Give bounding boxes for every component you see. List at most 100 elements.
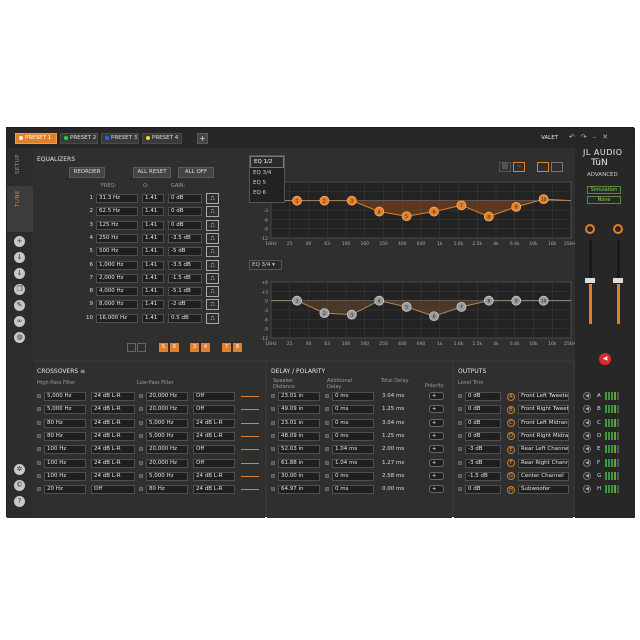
split-view-icon[interactable] [537, 162, 549, 172]
add-delay-checkbox[interactable] [325, 433, 329, 438]
lp-enable-checkbox[interactable] [139, 407, 143, 412]
filter-type-icon[interactable]: ⎍ [206, 193, 219, 204]
eq-gain-input[interactable]: -5.1 dB [168, 287, 202, 297]
copy-icon[interactable]: ❐ [14, 284, 25, 295]
level-trim-input[interactable]: -3 dB [465, 458, 501, 468]
eq-freq-input[interactable]: 62.5 Hz [96, 207, 138, 217]
lp-enable-checkbox[interactable] [139, 473, 143, 478]
eq-gain-input[interactable]: -3.5 dB [168, 233, 202, 243]
bars-view-icon[interactable]: ||| [499, 162, 511, 172]
add-delay-checkbox[interactable] [325, 420, 329, 425]
level-trim-input[interactable]: 0 dB [465, 405, 501, 415]
speaker-distance-input[interactable]: 64.97 in [278, 485, 320, 495]
delay-enable-checkbox[interactable] [271, 447, 275, 452]
eq-freq-input[interactable]: 1,000 Hz [96, 260, 138, 270]
eq-q-input[interactable]: 1.41 [142, 273, 164, 283]
lp-slope-select[interactable]: Off [193, 405, 235, 415]
lp-enable-checkbox[interactable] [139, 447, 143, 452]
hp-freq-input[interactable]: 5,000 Hz [44, 392, 86, 401]
output-channel-name[interactable]: Front Left Tweeter [518, 392, 569, 401]
hp-slope-select[interactable]: 24 dB L-R [91, 471, 135, 481]
eq-q-input[interactable]: 1.41 [142, 247, 164, 257]
polarity-toggle[interactable]: + [429, 392, 444, 400]
fader-handle-right[interactable] [613, 278, 623, 283]
trim-enable-checkbox[interactable] [458, 447, 462, 452]
hp-freq-input[interactable]: 100 Hz [44, 458, 86, 468]
hp-slope-select[interactable]: 24 dB L-R [91, 392, 135, 401]
add-preset-button[interactable]: + [197, 133, 208, 144]
additional-delay-input[interactable]: 1.04 ms [332, 445, 374, 455]
channel-mute-icon[interactable]: ◀ [583, 392, 591, 400]
hp-slope-select[interactable]: 24 dB L-R [91, 431, 135, 441]
filter-type-icon[interactable]: ⎍ [206, 272, 219, 284]
eq-option-6[interactable]: EQ 6 [250, 188, 284, 198]
tab-tune[interactable]: TUNE [15, 190, 21, 207]
lp-enable-checkbox[interactable] [139, 420, 143, 425]
add-icon[interactable]: + [14, 236, 25, 247]
hp-enable-checkbox[interactable] [37, 487, 41, 492]
save-icon[interactable]: ↓ [14, 268, 25, 279]
all-off-button[interactable]: ALL OFF [178, 167, 214, 178]
redo-icon[interactable]: ↷ [581, 133, 593, 141]
filter-type-icon[interactable]: ⎍ [206, 206, 219, 218]
speaker-distance-input[interactable]: 23.01 in [278, 392, 320, 401]
level-trim-input[interactable]: 0 dB [465, 431, 501, 441]
delay-enable-checkbox[interactable] [271, 394, 275, 398]
additional-delay-input[interactable]: 0 ms [332, 431, 374, 441]
eq-select-dropdown[interactable]: EQ 1/2 EQ 3/4 EQ 5 EQ 6 [249, 155, 285, 203]
edit-icon[interactable]: ✎ [14, 300, 25, 311]
filter-type-icon[interactable]: ⎍ [206, 232, 219, 244]
eq-q-input[interactable]: 1.41 [142, 194, 164, 203]
add-delay-checkbox[interactable] [325, 487, 329, 492]
level-trim-input[interactable]: 0 dB [465, 485, 501, 495]
hp-freq-input[interactable]: 5,000 Hz [44, 405, 86, 415]
delay-enable-checkbox[interactable] [271, 460, 275, 465]
window-controls[interactable]: ↶↷–✕ [569, 133, 614, 141]
level-trim-input[interactable]: -3 dB [465, 445, 501, 455]
filter-type-icon[interactable]: ⎍ [206, 312, 219, 324]
channel-mute-icon[interactable]: ◀ [583, 405, 591, 414]
preset-tab-1[interactable]: PRESET 1 [15, 133, 57, 144]
eq2-select[interactable]: EQ 3/4 ▾ [249, 260, 282, 270]
eq-gain-input[interactable]: 0 dB [168, 194, 202, 203]
level-trim-input[interactable]: 0 dB [465, 418, 501, 428]
knob-right[interactable] [613, 224, 623, 234]
eq-option-5[interactable]: EQ 5 [250, 178, 284, 188]
single-view-icon[interactable] [551, 162, 563, 172]
help-icon[interactable]: ? [14, 496, 25, 507]
filter-type-icon[interactable]: ⎍ [206, 286, 219, 298]
trim-enable-checkbox[interactable] [458, 460, 462, 465]
speaker-distance-input[interactable]: 61.88 in [278, 458, 320, 468]
lp-enable-checkbox[interactable] [139, 433, 143, 438]
lp-freq-input[interactable]: 5,000 Hz [146, 471, 188, 481]
lp-slope-select[interactable]: 24 dB L-R [193, 485, 235, 495]
trim-enable-checkbox[interactable] [458, 394, 462, 398]
lp-enable-checkbox[interactable] [139, 460, 143, 465]
lp-slope-select[interactable]: Off [193, 445, 235, 455]
speaker-distance-input[interactable]: 30.00 in [278, 471, 320, 481]
lp-freq-input[interactable]: 20,000 Hz [146, 392, 188, 401]
hp-enable-checkbox[interactable] [37, 407, 41, 412]
filter-type-icon[interactable]: ⎍ [206, 259, 219, 271]
lp-slope-select[interactable]: 24 dB L-R [193, 418, 235, 428]
output-channel-name[interactable]: Front Left Midrange [518, 418, 569, 428]
all-reset-button[interactable]: ALL RESET [133, 167, 171, 178]
account-label[interactable]: VALET [541, 135, 558, 141]
add-delay-checkbox[interactable] [325, 394, 329, 398]
lp-slope-select[interactable]: 24 dB L-R [193, 431, 235, 441]
fader-handle-left[interactable] [585, 278, 595, 283]
lp-freq-input[interactable]: 20,000 Hz [146, 405, 188, 415]
delay-enable-checkbox[interactable] [271, 487, 275, 492]
eq-q-input[interactable]: 1.41 [142, 220, 164, 230]
lp-slope-select[interactable]: Off [193, 392, 235, 401]
delay-enable-checkbox[interactable] [271, 407, 275, 412]
eq-freq-input[interactable]: 250 Hz [96, 233, 138, 243]
delay-enable-checkbox[interactable] [271, 473, 275, 478]
hp-freq-input[interactable]: 100 Hz [44, 471, 86, 481]
output-channel-name[interactable]: Front Right Midrange [518, 431, 569, 441]
speaker-distance-input[interactable]: 23.01 in [278, 418, 320, 428]
lp-enable-checkbox[interactable] [139, 487, 143, 492]
trim-enable-checkbox[interactable] [458, 487, 462, 492]
filter-type-icon[interactable]: ⎍ [206, 246, 219, 258]
eq-freq-input[interactable]: 2,000 Hz [96, 273, 138, 283]
